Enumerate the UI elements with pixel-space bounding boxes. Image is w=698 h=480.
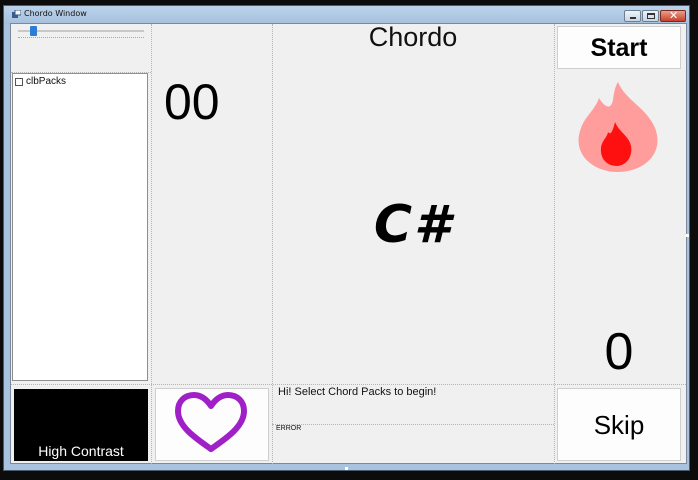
volume-slider-ticks — [18, 37, 144, 40]
close-button[interactable]: ✕ — [660, 9, 686, 22]
chord-pack-checkbox[interactable] — [15, 78, 23, 86]
chord-packs-list[interactable] — [12, 73, 148, 381]
app-icon — [12, 10, 21, 18]
minimize-icon — [630, 17, 636, 19]
score-counter: 00 — [164, 74, 220, 130]
grid-divider — [151, 24, 152, 464]
minimize-button[interactable] — [624, 10, 641, 22]
maximize-icon — [647, 13, 655, 19]
grid-divider — [272, 424, 554, 425]
volume-slider-thumb[interactable] — [30, 26, 37, 36]
flame-icon — [578, 82, 658, 172]
high-contrast-label[interactable]: High Contrast — [14, 443, 148, 459]
resize-grip[interactable] — [686, 234, 689, 237]
grid-divider — [11, 384, 686, 385]
close-icon: ✕ — [669, 9, 679, 22]
current-chord: C# — [373, 195, 453, 255]
status-message: Hi! Select Chord Packs to begin! — [278, 386, 437, 398]
streak-counter: 0 — [604, 323, 634, 381]
chord-pack-label[interactable]: clbPacks — [26, 76, 66, 87]
grid-divider — [554, 24, 555, 464]
maximize-button[interactable] — [642, 10, 659, 22]
app-title: Chordo — [368, 22, 458, 52]
heart-icon[interactable] — [171, 391, 251, 455]
resize-grip[interactable] — [345, 467, 348, 470]
start-button[interactable]: Start — [557, 26, 681, 69]
skip-button[interactable]: Skip — [557, 388, 681, 461]
error-label: ERROR — [276, 425, 302, 432]
window-title: Chordo Window — [24, 9, 87, 18]
